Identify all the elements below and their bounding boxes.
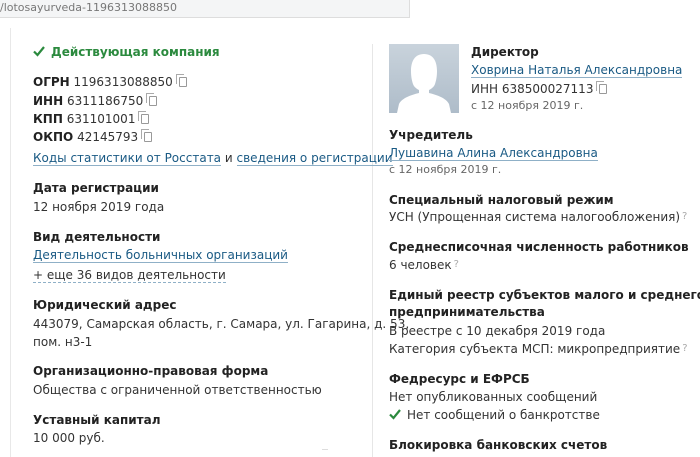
tax-regime-title: Специальный налоговый режим xyxy=(389,193,614,207)
ogrn-label: ОГРН xyxy=(33,75,70,89)
copy-icon[interactable] xyxy=(596,81,608,94)
activity-title: Вид деятельности xyxy=(33,230,161,244)
msp-registry-title-line1: Единый реестр субъектов малого и среднег… xyxy=(389,288,700,302)
rosstat-codes-link[interactable]: Коды статистики от Росстата xyxy=(33,151,222,166)
msp-category-row: Категория субъекта МСП: микропредприятие… xyxy=(389,341,688,357)
tax-regime-value: УСН (Упрощенная система налогообложения) xyxy=(389,210,681,224)
director-name-row: Ховрина Наталья Александровна xyxy=(471,62,683,78)
bank-block-title: Блокировка банковских счетов xyxy=(389,438,608,452)
person-silhouette-icon xyxy=(397,54,451,113)
stats-links: Коды статистики от Росстата и сведения о… xyxy=(33,150,393,166)
msp-registry-title-line2: предпринимательства xyxy=(389,305,545,319)
director-name-link[interactable]: Ховрина Наталья Александровна xyxy=(471,63,683,78)
help-icon[interactable]: ? xyxy=(454,259,459,270)
staff-row: 6 человек? xyxy=(389,257,459,273)
inn-label: ИНН xyxy=(33,94,64,108)
help-icon[interactable]: ? xyxy=(682,343,687,354)
director-inn-row: ИНН 638500027113 xyxy=(471,81,608,97)
copy-icon[interactable] xyxy=(146,93,158,106)
capital-value: 10 000 руб. xyxy=(33,431,105,445)
staff-value: 6 человек xyxy=(389,258,452,272)
check-icon xyxy=(389,409,401,420)
activity-row: Деятельность больничных организаций xyxy=(33,247,288,263)
divider-mark xyxy=(322,449,328,455)
director-avatar xyxy=(389,44,459,113)
kpp-row: КПП 631101001 xyxy=(33,111,150,127)
founder-since: с 12 ноября 2019 г. xyxy=(389,163,502,176)
ogrn-row: ОГРН 1196313088850 xyxy=(33,74,187,90)
founder-name-link[interactable]: Лушавина Алина Александровна xyxy=(389,146,598,161)
activity-link[interactable]: Деятельность больничных организаций xyxy=(33,248,288,263)
check-icon xyxy=(33,46,45,57)
bankruptcy-row: Нет сообщений о банкротстве xyxy=(389,407,600,423)
director-since: с 12 ноября 2019 г. xyxy=(471,99,584,112)
activity-more-link[interactable]: + еще 36 видов деятельности xyxy=(33,268,226,283)
ogrn-value: 1196313088850 xyxy=(73,75,173,89)
activity-more-row: + еще 36 видов деятельности xyxy=(33,267,226,283)
registration-info-link[interactable]: сведения о регистрации xyxy=(236,151,393,166)
company-status: Действующая компания xyxy=(33,44,220,60)
reg-date-value: 12 ноября 2019 года xyxy=(33,200,165,214)
msp-category: Категория субъекта МСП: микропредприятие xyxy=(389,342,681,356)
kpp-label: КПП xyxy=(33,112,63,126)
staff-title: Среднесписочная численность работников xyxy=(389,240,689,254)
column-divider xyxy=(372,44,373,457)
inn-row: ИНН 6311186750 xyxy=(33,93,158,109)
okpo-value: 42145793 xyxy=(77,130,139,144)
copy-icon[interactable] xyxy=(175,74,187,87)
address-line2: пом. н3-1 xyxy=(33,335,93,349)
okpo-label: ОКПО xyxy=(33,130,74,144)
and-text: и xyxy=(224,151,233,165)
bankruptcy-status: Нет сообщений о банкротстве xyxy=(407,408,600,422)
url-text: /lotosayurveda-1196313088850 xyxy=(0,1,177,14)
address-bar[interactable]: /lotosayurveda-1196313088850 xyxy=(0,0,410,18)
inn-value: 6311186750 xyxy=(66,94,144,108)
status-label: Действующая компания xyxy=(51,45,220,59)
card-border xyxy=(10,28,11,457)
founder-title: Учредитель xyxy=(389,128,473,142)
director-inn: ИНН 638500027113 xyxy=(471,82,594,96)
tax-regime-row: УСН (Упрощенная система налогообложения)… xyxy=(389,209,687,225)
address-line1: 443079, Самарская область, г. Самара, ул… xyxy=(33,317,410,331)
copy-icon[interactable] xyxy=(138,111,150,124)
kpp-value: 631101001 xyxy=(66,112,136,126)
legal-form-title: Организационно-правовая форма xyxy=(33,364,269,378)
fedresurs-title: Федресурс и ЕФРСБ xyxy=(389,372,530,386)
copy-icon[interactable] xyxy=(141,129,153,142)
address-title: Юридический адрес xyxy=(33,298,177,312)
msp-registry-since: В реестре с 10 декабря 2019 года xyxy=(389,324,606,338)
reg-date-title: Дата регистрации xyxy=(33,181,159,195)
founder-name-row: Лушавина Алина Александровна xyxy=(389,145,598,161)
help-icon[interactable]: ? xyxy=(682,211,687,222)
fedresurs-value: Нет опубликованных сообщений xyxy=(389,390,598,404)
divider-mark xyxy=(486,449,492,455)
okpo-row: ОКПО 42145793 xyxy=(33,129,153,145)
legal-form-value: Общества с ограниченной ответственностью xyxy=(33,383,322,397)
capital-title: Уставный капитал xyxy=(33,413,161,427)
director-title: Директор xyxy=(471,45,539,59)
